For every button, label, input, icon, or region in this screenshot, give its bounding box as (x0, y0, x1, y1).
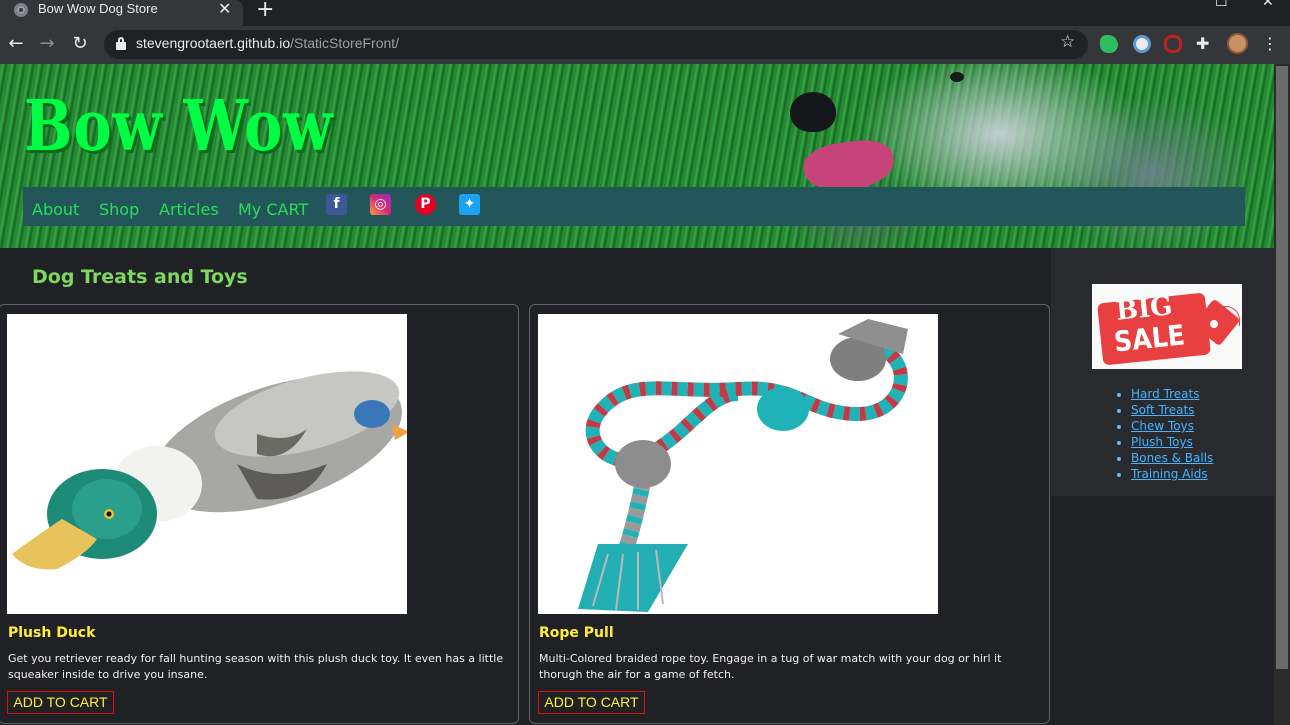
site-logo[interactable]: Bow Wow (24, 84, 333, 167)
nav-shop[interactable]: Shop (99, 200, 139, 219)
list-item: Hard Treats (1131, 386, 1213, 402)
extension-icon[interactable] (1164, 35, 1182, 53)
facebook-icon[interactable]: f (326, 194, 347, 215)
instagram-icon[interactable]: ◎ (370, 194, 391, 215)
category-link-plush-toys[interactable]: Plush Toys (1131, 435, 1193, 449)
pinterest-icon[interactable]: P (415, 194, 436, 215)
product-card: Rope Pull Multi-Colored braided rope toy… (529, 304, 1050, 724)
add-to-cart-button[interactable]: ADD TO CART (7, 691, 114, 714)
globe-icon (14, 3, 28, 17)
profile-avatar[interactable] (1227, 33, 1248, 54)
extension-icon[interactable] (1133, 35, 1151, 53)
evernote-icon[interactable] (1100, 35, 1118, 53)
category-link-hard-treats[interactable]: Hard Treats (1131, 387, 1199, 401)
forward-icon[interactable]: → (35, 32, 59, 56)
browser-toolbar: ← → ↻ stevengrootaert.github.io/StaticSt… (0, 26, 1290, 64)
list-item: Chew Toys (1131, 418, 1213, 434)
big-sale-banner[interactable]: BIG SALE (1092, 284, 1242, 369)
section-title: Dog Treats and Toys (32, 266, 248, 288)
close-icon[interactable]: ✕ (218, 0, 231, 18)
reload-icon[interactable]: ↻ (68, 32, 92, 56)
product-description: Get you retriever ready for fall hunting… (8, 652, 504, 681)
add-to-cart-button[interactable]: ADD TO CART (538, 691, 645, 714)
web-page: Bow Wow About Shop Articles My CART f ◎ … (0, 64, 1274, 725)
dog-photo (790, 92, 836, 132)
nav-about[interactable]: About (32, 200, 79, 219)
tab-strip: Bow Wow Dog Store ✕ + ☐ ✕ (0, 0, 1290, 26)
address-bar[interactable]: stevengrootaert.github.io/StaticStoreFro… (104, 30, 1088, 59)
bookmark-star-icon[interactable]: ☆ (1060, 32, 1075, 52)
puzzle-icon[interactable]: ✚ (1196, 35, 1214, 53)
menu-icon[interactable]: ⋮ (1258, 32, 1282, 56)
product-card: Plush Duck Get you retriever ready for f… (0, 304, 519, 724)
nav-articles[interactable]: Articles (159, 200, 219, 219)
list-item: Bones & Balls (1131, 450, 1213, 466)
category-link-soft-treats[interactable]: Soft Treats (1131, 403, 1194, 417)
list-item: Soft Treats (1131, 402, 1213, 418)
nav-cart[interactable]: My CART (238, 200, 308, 219)
twitter-icon[interactable]: ✦ (459, 194, 480, 215)
product-image-rope-pull[interactable] (538, 314, 938, 614)
url-text[interactable]: stevengrootaert.github.io/StaticStoreFro… (136, 35, 399, 51)
hero-banner: Bow Wow About Shop Articles My CART f ◎ … (0, 64, 1274, 248)
category-link-chew-toys[interactable]: Chew Toys (1131, 419, 1194, 433)
back-icon[interactable]: ← (4, 32, 28, 56)
maximize-icon[interactable]: ☐ (1215, 0, 1228, 10)
sidebar: BIG SALE Hard Treats Soft Treats Chew To… (1051, 248, 1274, 496)
dog-photo (950, 72, 964, 82)
category-list: Hard Treats Soft Treats Chew Toys Plush … (1131, 386, 1213, 482)
list-item: Training Aids (1131, 466, 1213, 482)
product-name: Rope Pull (539, 625, 614, 641)
product-image-plush-duck[interactable] (7, 314, 407, 614)
product-name: Plush Duck (8, 625, 96, 641)
product-description: Multi-Colored braided rope toy. Engage i… (539, 652, 1002, 681)
scrollbar-thumb[interactable] (1276, 66, 1288, 669)
new-tab-button[interactable]: + (256, 0, 274, 22)
page-scrollbar[interactable] (1274, 64, 1290, 725)
close-window-icon[interactable]: ✕ (1262, 0, 1274, 10)
lock-icon[interactable] (116, 37, 126, 50)
tab-title: Bow Wow Dog Store (38, 1, 158, 16)
category-link-bones-balls[interactable]: Bones & Balls (1131, 451, 1213, 465)
main-nav: About Shop Articles My CART f ◎ P ✦ (23, 187, 1245, 226)
browser-tab[interactable]: Bow Wow Dog Store ✕ (0, 0, 243, 26)
category-link-training-aids[interactable]: Training Aids (1131, 467, 1208, 481)
list-item: Plush Toys (1131, 434, 1213, 450)
